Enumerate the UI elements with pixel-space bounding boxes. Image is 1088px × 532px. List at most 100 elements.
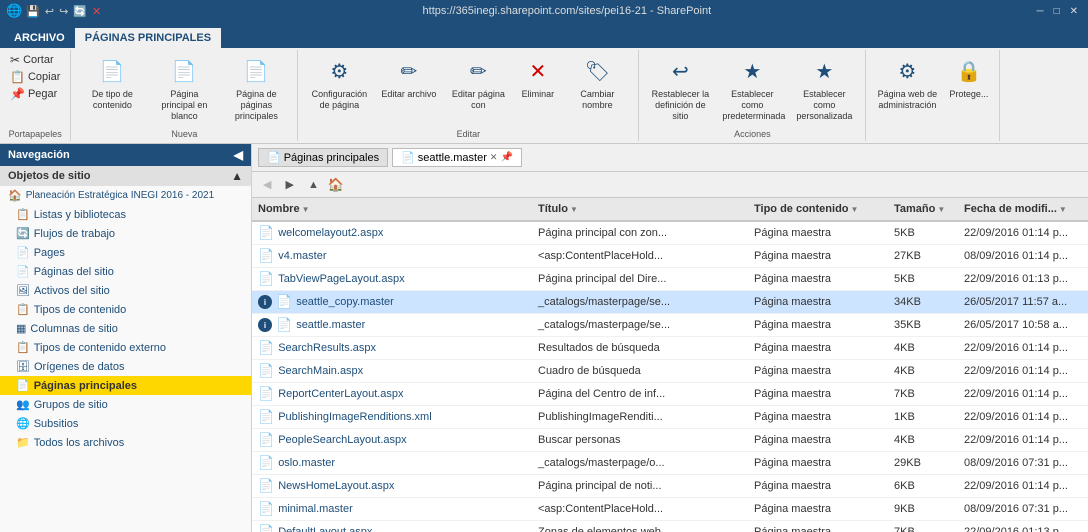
- maximize-btn[interactable]: □: [1050, 6, 1064, 17]
- table-row[interactable]: i📄seattle.master_catalogs/masterpage/se.…: [252, 314, 1088, 337]
- nav-item-tipos-externos[interactable]: 📋 Tipos de contenido externo: [0, 338, 251, 357]
- file-date-cell: 22/09/2016 01:14 p...: [958, 339, 1088, 357]
- col-modified[interactable]: Fecha de modifi... ▼: [958, 201, 1088, 217]
- file-name-link[interactable]: ReportCenterLayout.aspx: [278, 388, 403, 400]
- table-row[interactable]: 📄TabViewPageLayout.aspxPágina principal …: [252, 268, 1088, 291]
- rename-button[interactable]: 🏷 Cambiar nombre: [562, 52, 632, 114]
- file-name-link[interactable]: v4.master: [278, 250, 326, 262]
- copy-button[interactable]: 📋Copiar: [6, 69, 64, 85]
- table-row[interactable]: 📄SearchMain.aspxCuadro de búsquedaPágina…: [252, 360, 1088, 383]
- file-name-link[interactable]: SearchMain.aspx: [278, 365, 363, 377]
- file-name-link[interactable]: oslo.master: [278, 457, 335, 469]
- refresh-icon[interactable]: 🔄: [73, 5, 87, 18]
- col-size[interactable]: Tamaño ▼: [888, 201, 958, 217]
- up-button[interactable]: ▲: [303, 176, 324, 194]
- protect-button[interactable]: 🔒 Protege...: [944, 52, 993, 103]
- minimize-btn[interactable]: ─: [1032, 6, 1047, 17]
- table-row[interactable]: 📄ReportCenterLayout.aspxPágina del Centr…: [252, 383, 1088, 406]
- breadcrumb-paginas[interactable]: 📄 Páginas principales: [258, 148, 388, 167]
- nav-section-toggle[interactable]: ▲: [231, 169, 243, 183]
- stop-icon[interactable]: ✕: [92, 5, 101, 18]
- table-row[interactable]: 📄minimal.master<asp:ContentPlaceHold...P…: [252, 498, 1088, 521]
- table-row[interactable]: 📄SearchResults.aspxResultados de búsqued…: [252, 337, 1088, 360]
- file-date-cell: 22/09/2016 01:14 p...: [958, 408, 1088, 426]
- nav-item-pages[interactable]: 📄 Pages: [0, 243, 251, 262]
- table-row[interactable]: 📄v4.master<asp:ContentPlaceHold...Página…: [252, 245, 1088, 268]
- restore-def-button[interactable]: ↩ Restablecer la definición de sitio: [645, 52, 715, 124]
- admin-page-button[interactable]: ⚙ Página web de administración: [872, 52, 942, 114]
- nav-item-paginas-sitio[interactable]: 📄 Páginas del sitio: [0, 262, 251, 281]
- cut-button[interactable]: ✂Cortar: [6, 52, 64, 68]
- edit-page-with-button[interactable]: ✏ Editar página con: [443, 52, 513, 114]
- file-title-cell: <asp:ContentPlaceHold...: [532, 500, 748, 518]
- back-button[interactable]: ◀: [258, 175, 276, 194]
- file-date-cell: 22/09/2016 01:14 p...: [958, 362, 1088, 380]
- edit-file-button[interactable]: ✏ Editar archivo: [376, 52, 441, 103]
- nav-item-grupos[interactable]: 👥 Grupos de sitio: [0, 395, 251, 414]
- table-row[interactable]: 📄PublishingImageRenditions.xmlPublishing…: [252, 406, 1088, 429]
- file-name-link[interactable]: PeopleSearchLayout.aspx: [278, 434, 406, 446]
- table-row[interactable]: 📄oslo.master_catalogs/masterpage/o...Pág…: [252, 452, 1088, 475]
- set-custom-button[interactable]: ★ Establecer como personalizada: [789, 52, 859, 124]
- nav-item-origenes[interactable]: 🗄 Orígenes de datos: [0, 357, 251, 376]
- new-blank-page-button[interactable]: 📄 Página principal en blanco: [149, 52, 219, 124]
- restore-icon: ↩: [664, 55, 696, 87]
- nav-item-home[interactable]: 🏠 Planeación Estratégica INEGI 2016 - 20…: [0, 186, 251, 205]
- close-btn[interactable]: ✕: [1066, 6, 1082, 17]
- tab-paginas-principales[interactable]: PÁGINAS PRINCIPALES: [75, 28, 221, 48]
- forward-button[interactable]: ▶: [280, 175, 298, 194]
- file-name-link[interactable]: seattle_copy.master: [296, 296, 394, 308]
- config-icon: ⚙: [323, 55, 355, 87]
- file-list: 📄welcomelayout2.aspxPágina principal con…: [252, 222, 1088, 532]
- file-name-link[interactable]: TabViewPageLayout.aspx: [278, 273, 404, 285]
- redo-icon[interactable]: ↪: [59, 5, 68, 18]
- file-title-cell: _catalogs/masterpage/se...: [532, 316, 748, 334]
- file-name-link[interactable]: welcomelayout2.aspx: [278, 227, 383, 239]
- nav-item-todos[interactable]: 📁 Todos los archivos: [0, 433, 251, 452]
- file-name-link[interactable]: NewsHomeLayout.aspx: [278, 480, 394, 492]
- col-content-type[interactable]: Tipo de contenido ▼: [748, 201, 888, 217]
- file-name-cell: i📄seattle_copy.master: [252, 291, 532, 313]
- table-row[interactable]: 📄NewsHomeLayout.aspxPágina principal de …: [252, 475, 1088, 498]
- file-name-link[interactable]: SearchResults.aspx: [278, 342, 376, 354]
- file-name-cell: 📄minimal.master: [252, 498, 532, 520]
- new-content-type-button[interactable]: 📄 De tipo de contenido: [77, 52, 147, 114]
- col-titulo[interactable]: Título ▼: [532, 201, 748, 217]
- nav-item-tipos-contenido[interactable]: 📋 Tipos de contenido: [0, 300, 251, 319]
- nav-item-columnas[interactable]: ▦ Columnas de sitio: [0, 319, 251, 338]
- delete-button[interactable]: ✕ Eliminar: [515, 52, 560, 103]
- file-title-cell: Página principal del Dire...: [532, 270, 748, 288]
- file-name-link[interactable]: PublishingImageRenditions.xml: [278, 411, 431, 423]
- table-row[interactable]: i📄seattle_copy.master_catalogs/masterpag…: [252, 291, 1088, 314]
- breadcrumb-seattle[interactable]: 📄 seattle.master ✕ 📌: [392, 148, 522, 167]
- file-name-link[interactable]: minimal.master: [278, 503, 353, 515]
- file-name-link[interactable]: seattle.master: [296, 319, 365, 331]
- table-row[interactable]: 📄DefaultLayout.aspxZonas de elementos we…: [252, 521, 1088, 532]
- set-default-button[interactable]: ★ Establecer como predeterminada: [717, 52, 787, 124]
- undo-icon[interactable]: ↩: [45, 5, 54, 18]
- nav-items-list: 🏠 Planeación Estratégica INEGI 2016 - 20…: [0, 186, 251, 532]
- nav-item-paginas-principales[interactable]: 📄 Páginas principales: [0, 376, 251, 395]
- file-name-link[interactable]: DefaultLayout.aspx: [278, 526, 372, 532]
- col-nombre[interactable]: Nombre ▼: [252, 201, 532, 217]
- file-icon: 📄: [258, 363, 274, 379]
- seattle-tab-close[interactable]: ✕: [490, 152, 498, 163]
- seattle-tab-pin[interactable]: 📌: [500, 152, 512, 163]
- file-icon: 📄: [258, 409, 274, 425]
- table-row[interactable]: 📄PeopleSearchLayout.aspxBuscar personasP…: [252, 429, 1088, 452]
- new-master-page-button[interactable]: 📄 Página de páginas principales: [221, 52, 291, 124]
- nav-item-listas[interactable]: 📋 Listas y bibliotecas: [0, 205, 251, 224]
- table-header: Nombre ▼ Título ▼ Tipo de contenido ▼ Ta…: [252, 198, 1088, 222]
- config-page-button[interactable]: ⚙ Configuración de página: [304, 52, 374, 114]
- nav-item-subsitios[interactable]: 🌐 Subsitios: [0, 414, 251, 433]
- nav-collapse-button[interactable]: ◀: [234, 148, 243, 162]
- home-button[interactable]: 🏠: [328, 177, 344, 193]
- table-row[interactable]: 📄welcomelayout2.aspxPágina principal con…: [252, 222, 1088, 245]
- paste-button[interactable]: 📌Pegar: [6, 86, 64, 102]
- nav-item-flujos[interactable]: 🔄 Flujos de trabajo: [0, 224, 251, 243]
- nav-item-activos[interactable]: 🖼 Activos del sitio: [0, 281, 251, 300]
- file-name-cell: 📄SearchResults.aspx: [252, 337, 532, 359]
- save-icon[interactable]: 💾: [26, 5, 40, 18]
- nav-section-header: Objetos de sitio ▲: [0, 166, 251, 186]
- tab-archivo[interactable]: ARCHIVO: [4, 28, 75, 48]
